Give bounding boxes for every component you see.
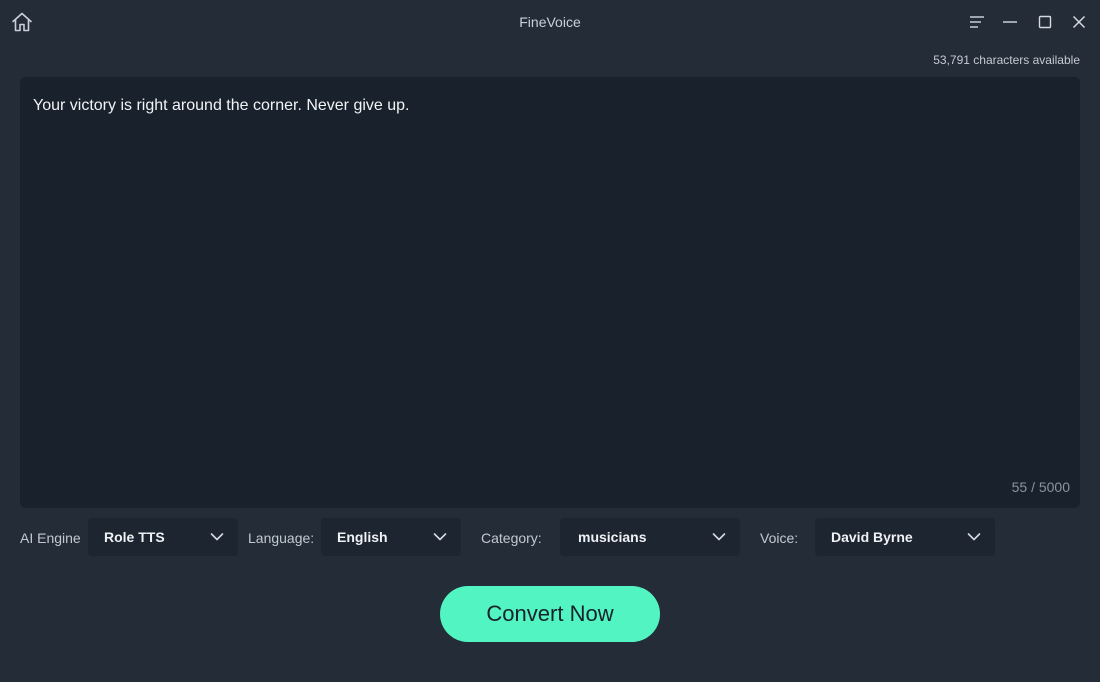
convert-now-button[interactable]: Convert Now <box>440 586 660 642</box>
voice-value: David Byrne <box>831 529 913 545</box>
close-icon <box>1072 15 1086 29</box>
menu-button[interactable] <box>966 11 988 33</box>
category-select[interactable]: musicians <box>560 518 740 556</box>
chevron-down-icon <box>210 531 224 543</box>
characters-available: 53,791 characters available <box>933 53 1080 67</box>
minimize-icon <box>1003 21 1017 23</box>
category-label: Category: <box>481 530 542 546</box>
character-count: 55 / 5000 <box>1011 479 1070 495</box>
app-title: FineVoice <box>519 14 581 30</box>
language-label: Language: <box>248 530 315 546</box>
maximize-button[interactable] <box>1034 11 1056 33</box>
language-value: English <box>337 529 388 545</box>
category-value: musicians <box>578 529 647 545</box>
ai-engine-label: AI Engine <box>20 530 81 546</box>
menu-icon <box>970 16 984 28</box>
voice-label: Voice: <box>760 530 799 546</box>
chevron-down-icon <box>433 531 447 543</box>
editor-text[interactable]: Your victory is right around the corner.… <box>33 96 1067 116</box>
chevron-down-icon <box>712 531 726 543</box>
minimize-button[interactable] <box>999 11 1021 33</box>
close-button[interactable] <box>1068 11 1090 33</box>
ai-engine-value: Role TTS <box>104 529 165 545</box>
ai-engine-select[interactable]: Role TTS <box>88 518 238 556</box>
chevron-down-icon <box>967 531 981 543</box>
language-select[interactable]: English <box>321 518 461 556</box>
text-editor[interactable]: Your victory is right around the corner.… <box>20 77 1080 508</box>
maximize-icon <box>1038 15 1052 29</box>
title-bar: FineVoice <box>0 0 1100 44</box>
app-window: FineVoice 53,791 characters available Yo… <box>0 0 1100 682</box>
voice-select[interactable]: David Byrne <box>815 518 995 556</box>
